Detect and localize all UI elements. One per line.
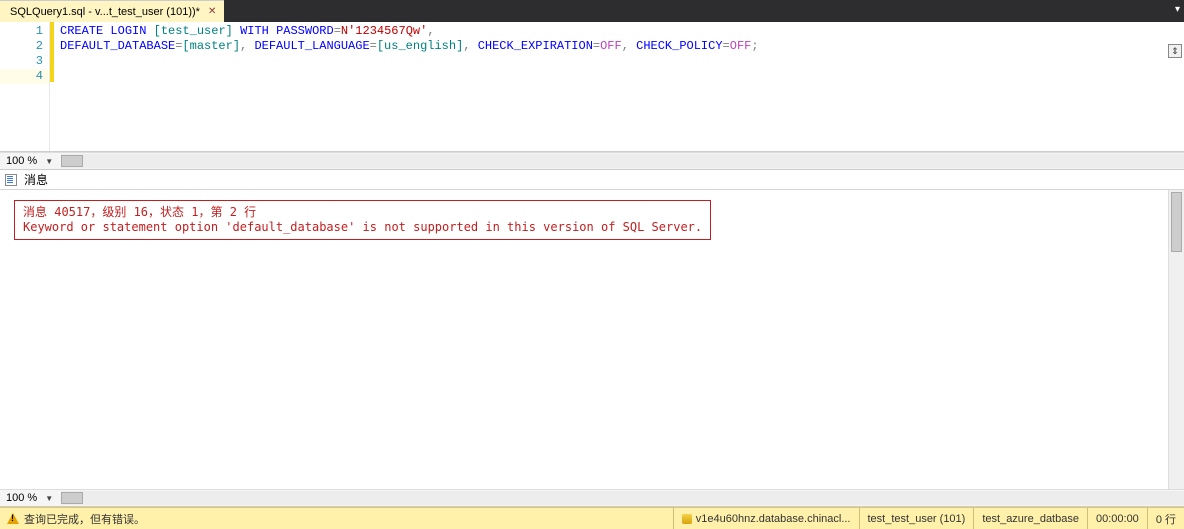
messages-icon bbox=[4, 173, 18, 187]
status-rows: 0 行 bbox=[1147, 508, 1184, 529]
line-number: 1 bbox=[36, 24, 43, 38]
messages-panel: 消息 40517，级别 16，状态 1，第 2 行 Keyword or sta… bbox=[0, 190, 1184, 489]
status-text: 查询已完成，但有错误。 bbox=[24, 511, 145, 527]
close-icon[interactable]: ✕ bbox=[206, 6, 218, 17]
zoom-value[interactable]: 100 % bbox=[0, 155, 41, 167]
status-database[interactable]: test_azure_datbase bbox=[973, 508, 1087, 529]
hscroll-track[interactable] bbox=[61, 491, 1184, 505]
tab-bar: SQLQuery1.sql - v...t_test_user (101))* … bbox=[0, 0, 1184, 22]
vscroll-thumb[interactable] bbox=[1171, 192, 1182, 252]
messages-label: 消息 bbox=[24, 171, 48, 188]
tab-overflow-icon[interactable]: ▾ bbox=[1175, 4, 1180, 15]
chevron-down-icon[interactable]: ▼ bbox=[41, 494, 57, 503]
hscroll-thumb[interactable] bbox=[61, 492, 83, 504]
line-number: 3 bbox=[36, 54, 43, 68]
tab-sqlquery1[interactable]: SQLQuery1.sql - v...t_test_user (101))* … bbox=[0, 0, 224, 22]
sql-editor[interactable]: 1 2 3 4 CREATE LOGIN [test_user] WITH PA… bbox=[0, 22, 1184, 152]
line-gutter: 1 2 3 4 bbox=[0, 22, 50, 151]
hscroll-track[interactable] bbox=[61, 154, 1184, 168]
zoom-row-editor: 100 % ▼ bbox=[0, 152, 1184, 170]
zoom-row-messages: 100 % ▼ bbox=[0, 489, 1184, 507]
split-icon[interactable]: ⇕ bbox=[1168, 44, 1182, 58]
hscroll-thumb[interactable] bbox=[61, 155, 83, 167]
zoom-value[interactable]: 100 % bbox=[0, 492, 41, 504]
line-number: 4 bbox=[0, 69, 49, 84]
status-bar: 查询已完成，但有错误。 v1e4u60hnz.database.chinacl.… bbox=[0, 507, 1184, 529]
status-time: 00:00:00 bbox=[1087, 508, 1147, 529]
status-user[interactable]: test_test_user (101) bbox=[859, 508, 974, 529]
chevron-down-icon[interactable]: ▼ bbox=[41, 157, 57, 166]
vscroll[interactable] bbox=[1168, 190, 1184, 489]
error-message[interactable]: 消息 40517，级别 16，状态 1，第 2 行 Keyword or sta… bbox=[14, 200, 711, 240]
line-number: 2 bbox=[36, 39, 43, 53]
messages-header[interactable]: 消息 bbox=[0, 170, 1184, 190]
tab-title: SQLQuery1.sql - v...t_test_user (101))* bbox=[10, 6, 200, 18]
warning-icon bbox=[6, 512, 20, 526]
code-area[interactable]: CREATE LOGIN [test_user] WITH PASSWORD=N… bbox=[54, 22, 1184, 151]
status-server[interactable]: v1e4u60hnz.database.chinacl... bbox=[673, 508, 859, 529]
